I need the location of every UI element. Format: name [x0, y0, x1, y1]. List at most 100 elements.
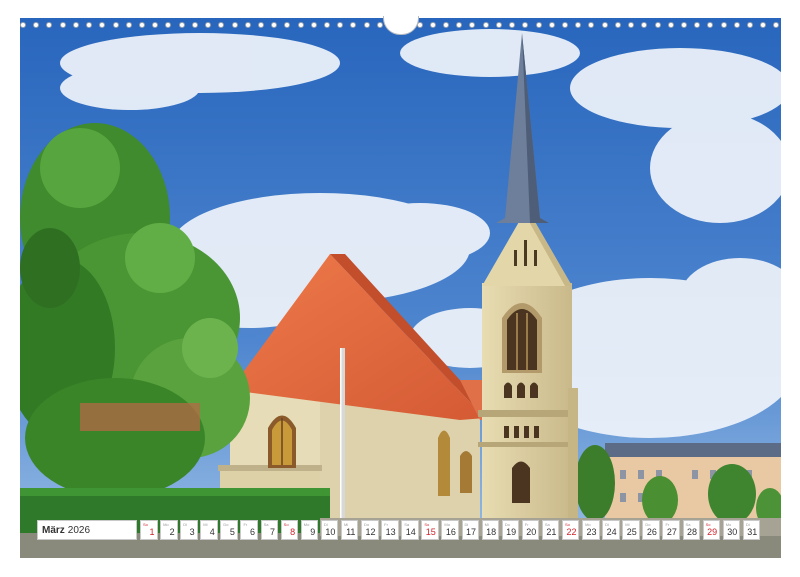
day-cell: Do 5: [220, 520, 238, 540]
painting-svg: [20, 18, 781, 558]
day-cell: Di 24: [602, 520, 620, 540]
day-number: 4: [209, 527, 215, 537]
day-cell: Sa 14: [401, 520, 419, 540]
binding-hole: [165, 22, 172, 28]
binding-hole: [575, 22, 582, 28]
day-cell: Mo 9: [300, 520, 319, 540]
day-cell: Mo 16: [441, 520, 459, 540]
day-row: So 1 Mo 2 Di 3 Mi 4 Do 5 Fr 6 Sa 7 So 8 Mo 9 Di 10 Mi 11 Do 12 F…: [140, 520, 763, 540]
binding-hole: [548, 22, 555, 28]
day-cell: Sa 7: [260, 520, 279, 540]
day-number: 14: [405, 527, 416, 537]
day-cell: Sa 28: [682, 520, 701, 540]
day-number: 7: [270, 527, 276, 537]
day-number: 11: [346, 527, 356, 537]
day-number: 30: [727, 527, 738, 537]
day-weekday: Fr: [243, 522, 248, 527]
day-cell: Mo 23: [582, 520, 600, 540]
month-year: 2026: [67, 524, 91, 536]
day-cell: Fr 20: [521, 520, 540, 540]
day-cell: Mo 2: [160, 520, 178, 540]
day-cell: Mi 4: [200, 520, 218, 540]
binding-hole: [654, 22, 661, 28]
binding-hole: [601, 22, 608, 28]
day-number: 2: [169, 527, 175, 537]
binding-hole: [138, 22, 145, 28]
day-cell: So 8: [280, 520, 299, 540]
day-cell: Di 3: [180, 520, 198, 540]
binding-hole: [720, 22, 727, 28]
day-number: 17: [465, 527, 476, 537]
day-weekday: So: [283, 522, 289, 527]
binding-hole: [59, 22, 66, 28]
day-number: 1: [149, 527, 155, 537]
day-weekday: Do: [223, 522, 229, 527]
binding-hole: [20, 22, 26, 28]
binding-hole: [733, 22, 740, 28]
day-cell: Mi 11: [340, 520, 359, 540]
binding-hole: [773, 22, 780, 28]
binding-hole: [99, 22, 106, 28]
binding-hole: [337, 22, 344, 28]
binding-hole: [469, 22, 476, 28]
binding-hole: [205, 22, 212, 28]
day-cell: So 22: [561, 520, 580, 540]
binding-hole: [482, 22, 489, 28]
day-number: 22: [566, 527, 577, 537]
day-number: 26: [646, 527, 657, 537]
binding-hole: [694, 22, 701, 28]
day-number: 21: [546, 527, 557, 537]
day-number: 9: [310, 527, 316, 537]
day-weekday: Mo: [163, 522, 169, 527]
day-cell: Fr 13: [381, 520, 399, 540]
binding-hole: [297, 22, 304, 28]
day-number: 13: [385, 527, 396, 537]
day-cell: Di 10: [320, 520, 339, 540]
binding-hole: [218, 22, 225, 28]
day-number: 27: [666, 527, 677, 537]
day-cell: Di 31: [742, 520, 761, 540]
day-weekday: Mo: [303, 522, 310, 527]
day-cell: Sa 21: [541, 520, 560, 540]
day-number: 8: [290, 527, 296, 537]
binding-hole: [33, 22, 40, 28]
binding-hole: [747, 22, 754, 28]
binding-hole: [72, 22, 79, 28]
binding-hole: [244, 22, 251, 28]
binding-hole: [641, 22, 648, 28]
binding-hole: [376, 22, 383, 28]
day-number: 31: [747, 527, 758, 537]
day-cell: Fr 6: [240, 520, 258, 540]
binding-hole: [86, 22, 93, 28]
day-number: 3: [189, 527, 195, 537]
day-cell: Fr 27: [662, 520, 680, 540]
month-label-box: März 2026: [37, 520, 137, 540]
day-weekday: So: [143, 522, 148, 527]
binding-hole: [588, 22, 595, 28]
day-cell: So 29: [702, 520, 721, 540]
calendar-strip: März 2026 So 1 Mo 2 Di 3 Mi 4 Do 5 Fr 6 Sa 7 So 8 Mo 9 Di 1…: [37, 520, 763, 540]
day-number: 24: [606, 527, 617, 537]
day-cell: Do 19: [501, 520, 520, 540]
binding-hole: [628, 22, 635, 28]
day-number: 10: [325, 527, 336, 537]
day-number: 15: [425, 527, 436, 537]
day-cell: Mi 25: [622, 520, 640, 540]
binding-hole: [667, 22, 674, 28]
day-cell: Do 12: [361, 520, 379, 540]
day-number: 6: [249, 527, 255, 537]
binding-hole: [760, 22, 767, 28]
binding-hole: [429, 22, 436, 28]
binding-hole: [152, 22, 159, 28]
binding-hole: [310, 22, 317, 28]
day-number: 23: [586, 527, 597, 537]
binding-hole: [231, 22, 238, 28]
binding-hole: [561, 22, 568, 28]
day-weekday: Mi: [203, 522, 208, 527]
calendar-page: März 2026 So 1 Mo 2 Di 3 Mi 4 Do 5 Fr 6 Sa 7 So 8 Mo 9 Di 1…: [0, 0, 800, 577]
binding-hole: [509, 22, 516, 28]
day-number: 28: [687, 527, 698, 537]
day-cell: So 1: [140, 520, 158, 540]
binding-hole: [456, 22, 463, 28]
binding-hole: [191, 22, 198, 28]
